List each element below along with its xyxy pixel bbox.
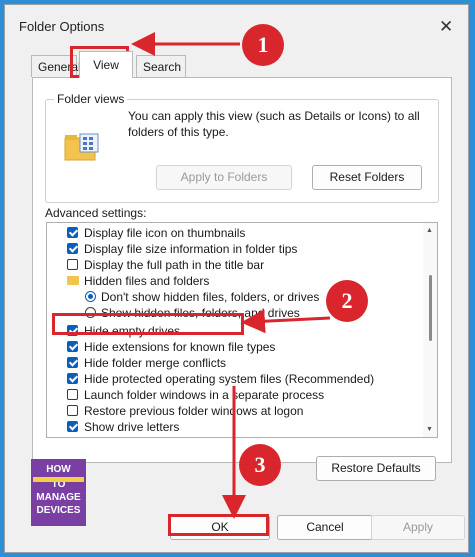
setting-label: Don't show hidden files, folders, or dri… [101, 290, 320, 304]
logo-strip [33, 477, 84, 482]
setting-label: Display file icon on thumbnails [84, 226, 246, 240]
callout-badge-2: 2 [326, 280, 368, 322]
hide-empty-drives-highlight [52, 313, 244, 335]
view-tab-panel: Folder views You can apply this view (su… [32, 77, 452, 481]
folder-views-group: Folder views You can apply this view (su… [45, 92, 439, 203]
setting-item[interactable]: Hide folder merge conflicts [67, 355, 226, 371]
checkbox-unchecked[interactable] [67, 389, 78, 400]
checkbox-checked[interactable] [67, 243, 78, 254]
ok-button-highlight [168, 514, 269, 536]
logo-line: MANAGE [36, 492, 81, 503]
setting-label: Restore previous folder windows at logon [84, 404, 304, 418]
scrollbar-thumb[interactable] [429, 275, 432, 341]
logo-line: DEVICES [36, 505, 81, 516]
setting-label: Display file size information in folder … [84, 242, 298, 256]
checkbox-checked[interactable] [67, 373, 78, 384]
apply-to-folders-button[interactable]: Apply to Folders [156, 165, 292, 190]
checkbox-unchecked[interactable] [67, 405, 78, 416]
setting-item[interactable]: Restore previous folder windows at logon [67, 403, 303, 419]
setting-item[interactable]: Hide protected operating system files (R… [67, 371, 374, 387]
how-to-manage-devices-logo: HOW TO MANAGE DEVICES [31, 459, 86, 526]
cancel-button[interactable]: Cancel [277, 515, 373, 540]
tab-view[interactable]: View [79, 51, 133, 78]
setting-group-hidden-files: Hidden files and folders [67, 273, 209, 289]
setting-item[interactable]: Display file icon on thumbnails [67, 225, 245, 241]
tab-search[interactable]: Search [136, 55, 186, 77]
checkbox-unchecked[interactable] [67, 259, 78, 270]
setting-item[interactable]: Hide extensions for known file types [67, 339, 275, 355]
checkbox-checked[interactable] [67, 421, 78, 432]
folder-views-heading: Folder views [54, 92, 128, 106]
folder-views-description: You can apply this view (such as Details… [128, 109, 420, 139]
radio-selected[interactable] [85, 291, 96, 302]
close-icon[interactable]: ✕ [439, 17, 453, 37]
callout-badge-1: 1 [242, 24, 284, 66]
setting-item[interactable]: Launch folder windows in a separate proc… [67, 387, 324, 403]
checkbox-checked[interactable] [67, 341, 78, 352]
setting-item[interactable]: Display the full path in the title bar [67, 257, 264, 273]
setting-item[interactable]: Don't show hidden files, folders, or dri… [85, 289, 319, 305]
setting-item[interactable]: Display file size information in folder … [67, 241, 297, 257]
window-title: Folder Options [19, 19, 105, 34]
checkbox-checked[interactable] [67, 357, 78, 368]
logo-line: HOW [46, 464, 71, 475]
setting-label: Show drive letters [84, 420, 180, 434]
setting-label: Hide folder merge conflicts [84, 356, 227, 370]
advanced-settings-label: Advanced settings: [45, 206, 147, 220]
scrollbar[interactable]: ▲ ▼ [423, 223, 437, 437]
callout-badge-3: 3 [239, 444, 281, 486]
setting-label: Display the full path in the title bar [84, 258, 265, 272]
setting-label: Hide protected operating system files (R… [84, 372, 375, 386]
apply-button[interactable]: Apply [371, 515, 465, 540]
setting-item[interactable]: Show drive letters [67, 419, 179, 435]
scroll-up-icon[interactable]: ▲ [426, 227, 433, 234]
restore-defaults-button[interactable]: Restore Defaults [316, 456, 436, 481]
reset-folders-button[interactable]: Reset Folders [312, 165, 422, 190]
setting-label: Hidden files and folders [84, 274, 210, 288]
folder-views-icon [64, 133, 99, 161]
setting-label: Launch folder windows in a separate proc… [84, 388, 325, 402]
setting-label: Hide extensions for known file types [84, 340, 276, 354]
scroll-down-icon[interactable]: ▼ [426, 426, 433, 433]
folder-icon [67, 276, 79, 285]
checkbox-checked[interactable] [67, 227, 78, 238]
